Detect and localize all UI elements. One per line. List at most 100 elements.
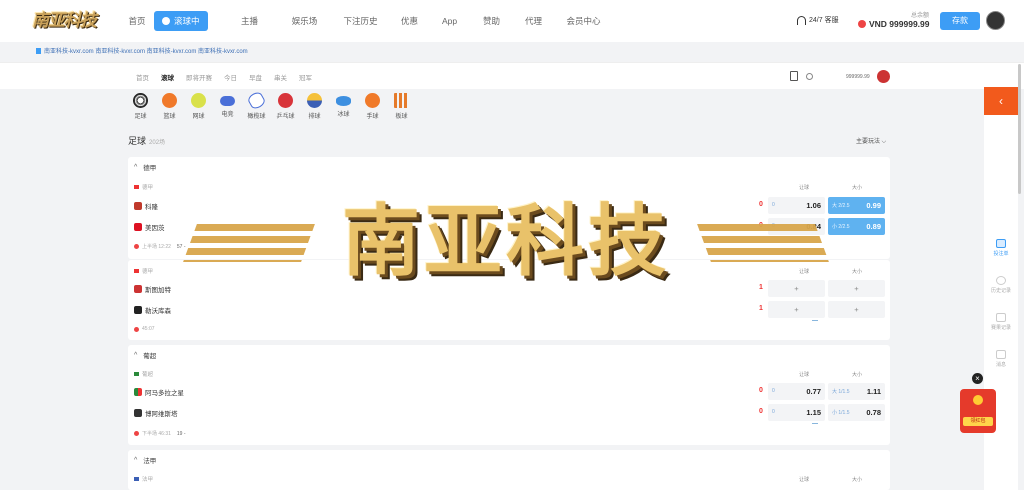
- headset-icon: [797, 15, 806, 25]
- sport-selector: 足球 篮球 网球 电竞 橄榄球 乒乓球 排球 冰球 手球 板球: [126, 90, 894, 127]
- subnav-home[interactable]: 首页: [136, 72, 149, 82]
- nav-agent[interactable]: 代理: [512, 15, 556, 27]
- sport-label: 冰球: [337, 112, 350, 118]
- subnav-inplay[interactable]: 滚球: [161, 72, 174, 82]
- odds-line: 0: [772, 388, 775, 394]
- table-row[interactable]: 勒沃库森 1 + +: [128, 299, 890, 320]
- match-league-line: 德甲: [134, 183, 153, 191]
- odds-handicap[interactable]: +: [768, 301, 825, 318]
- sport-soccer[interactable]: 足球: [126, 91, 155, 127]
- nav-member-center[interactable]: 会员中心: [556, 15, 612, 27]
- subnav-early[interactable]: 早盘: [249, 72, 262, 82]
- nav-app[interactable]: App: [428, 16, 472, 26]
- sport-handball[interactable]: 手球: [358, 91, 387, 127]
- sport-cricket[interactable]: 板球: [387, 91, 416, 127]
- sport-basketball[interactable]: 篮球: [155, 91, 184, 127]
- announcement-bar: 南亚科技-kvxr.com 南亚科技-kvxr.com 南亚科技-kvxr.co…: [36, 46, 248, 55]
- odds-over-under[interactable]: +: [828, 301, 885, 318]
- watermark-text: 南亚科技: [341, 196, 670, 287]
- odds-over-under[interactable]: +: [828, 280, 885, 297]
- sport-esports[interactable]: 电竞: [213, 91, 242, 127]
- sport-table-tennis[interactable]: 乒乓球: [271, 91, 300, 127]
- team-badge-icon: [134, 388, 142, 396]
- sport-label: 电竞: [221, 112, 234, 118]
- subnav-avatar[interactable]: [877, 70, 890, 83]
- red-envelope-label: 领红包: [963, 417, 993, 426]
- nav-live-label: 滚球中: [174, 16, 200, 26]
- nav-home[interactable]: 首页: [122, 15, 152, 27]
- balance-display[interactable]: VND 999999.99: [858, 19, 930, 29]
- sport-label: 篮球: [163, 114, 176, 120]
- subnav-outright[interactable]: 冠军: [299, 72, 312, 82]
- nav-casino[interactable]: 娱乐场: [280, 15, 330, 27]
- team-badge-icon: [134, 223, 142, 231]
- collapse-sidebar-button[interactable]: ‹: [984, 87, 1018, 115]
- sport-ice-hockey[interactable]: 冰球: [329, 91, 358, 127]
- watermark: 南亚科技: [183, 190, 829, 294]
- table-row[interactable]: 阿马多拉之星 0 0 0.77 大 1/1.5 1.11: [128, 381, 890, 402]
- table-row[interactable]: 博阿维斯塔 0 0 1.15 小 1/1.5 0.78: [128, 402, 890, 423]
- live-icon: [134, 326, 139, 332]
- site-logo[interactable]: 南亚科技: [32, 8, 97, 34]
- deposit-button[interactable]: 存款: [940, 12, 980, 30]
- nav-sponsor[interactable]: 赞助: [472, 15, 512, 27]
- odds-over-under[interactable]: 大 2/2.5 0.99: [828, 197, 885, 214]
- nav-live[interactable]: 滚球中: [154, 11, 208, 31]
- sport-tennis[interactable]: 网球: [184, 91, 213, 127]
- match-count: 202场: [149, 140, 166, 146]
- odds-handicap[interactable]: 0 1.15: [768, 404, 825, 421]
- balance-value: VND 999999.99: [869, 19, 930, 29]
- team-name: 博阿维斯塔: [145, 411, 178, 418]
- nav-streamer[interactable]: 主播: [220, 15, 280, 27]
- team-badge-icon: [134, 306, 142, 314]
- subnav-today[interactable]: 今日: [224, 72, 237, 82]
- chevron-left-icon: ‹: [999, 94, 1003, 108]
- match-league-line: 德甲: [134, 267, 153, 275]
- sport-label: 手球: [366, 114, 379, 120]
- col-over-under: 大小: [852, 372, 863, 378]
- team-badge-icon: [134, 285, 142, 293]
- nav-promotions[interactable]: 优惠: [392, 15, 428, 27]
- avatar[interactable]: [986, 11, 1005, 30]
- close-icon[interactable]: ×: [972, 373, 983, 384]
- sidebar-item-history[interactable]: 历史记录: [984, 276, 1018, 294]
- sidebar-label: 赛果记录: [990, 325, 1011, 331]
- sidebar-item-betslip[interactable]: 投注单: [984, 239, 1018, 257]
- volleyball-icon: [307, 93, 322, 108]
- sport-label: 乒乓球: [276, 114, 295, 120]
- red-envelope-widget[interactable]: × 领红包: [954, 373, 1002, 439]
- sub-nav: 首页 滚球 即将开赛 今日 早盘 串关 冠军 999999.99: [0, 62, 1024, 89]
- more-markets[interactable]: 19 -: [177, 431, 186, 437]
- team-badge-icon: [134, 202, 142, 210]
- chevron-up-icon: ^: [134, 163, 138, 171]
- sidebar-item-results[interactable]: 赛果记录: [984, 313, 1018, 331]
- clipboard-icon[interactable]: [790, 71, 798, 81]
- odds-over-under[interactable]: 小 2/2.5 0.89: [828, 218, 885, 235]
- league-name: 法甲: [143, 458, 157, 465]
- odds-over-under[interactable]: 大 1/1.5 1.11: [828, 383, 885, 400]
- scrollbar[interactable]: [1018, 64, 1021, 194]
- sidebar-item-messages[interactable]: 消息: [984, 350, 1018, 368]
- league-header[interactable]: ^ 德甲: [128, 157, 890, 177]
- hockey-puck-icon: [336, 96, 351, 106]
- play-type-dropdown[interactable]: 主要玩法 ⌵: [856, 136, 886, 146]
- col-handicap: 让球: [799, 372, 810, 378]
- subnav-upcoming[interactable]: 即将开赛: [186, 72, 212, 82]
- odds-over-under[interactable]: 小 1/1.5 0.78: [828, 404, 885, 421]
- sport-rugby[interactable]: 橄榄球: [242, 90, 271, 127]
- league-header[interactable]: ^ 葡超: [128, 345, 890, 365]
- section-header: 足球 202场: [128, 134, 165, 147]
- nav-bet-history[interactable]: 下注历史: [330, 15, 392, 27]
- customer-support[interactable]: 24/7 客服: [797, 15, 839, 25]
- live-icon: [134, 431, 139, 436]
- sport-volleyball[interactable]: 排球: [300, 91, 329, 127]
- search-icon[interactable]: [806, 72, 813, 80]
- team-name: 勒沃库森: [145, 308, 171, 315]
- logo-text: 南亚科技: [32, 11, 97, 31]
- subnav-parlay[interactable]: 串关: [274, 72, 287, 82]
- flag-icon: [134, 477, 139, 481]
- odds-line: 大 2/2.5: [832, 203, 850, 209]
- odds-handicap[interactable]: 0 0.77: [768, 383, 825, 400]
- league-header[interactable]: ^ 法甲: [128, 450, 890, 470]
- more-markets[interactable]: 57 -: [177, 244, 186, 250]
